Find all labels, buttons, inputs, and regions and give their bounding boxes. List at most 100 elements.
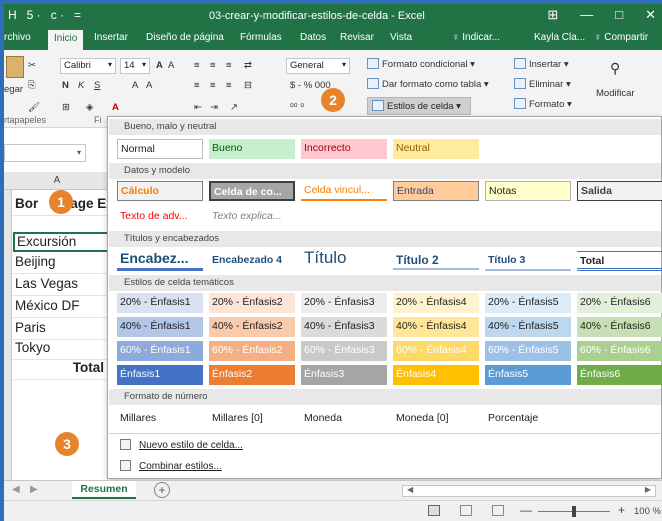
- zoom-out-button[interactable]: —: [520, 503, 532, 517]
- scroll-left-icon[interactable]: ◀: [12, 484, 20, 495]
- style-linked-cell[interactable]: Celda vincul...: [301, 181, 387, 201]
- style-40-accent1[interactable]: 40% - Énfasis1: [117, 317, 203, 337]
- style-comma-0[interactable]: Millares [0]: [209, 409, 295, 429]
- tell-me-box[interactable]: ♀ Indicar...: [452, 32, 500, 43]
- style-60-accent2[interactable]: 60% - Énfasis2: [209, 341, 295, 361]
- cell-paris[interactable]: Paris: [13, 320, 110, 340]
- tab-data[interactable]: Datos: [300, 32, 326, 43]
- style-40-accent3[interactable]: 40% - Énfasis3: [301, 317, 387, 337]
- paste-icon[interactable]: [6, 56, 24, 78]
- style-accent5[interactable]: Énfasis5: [485, 365, 571, 385]
- minimize-button[interactable]: —: [580, 7, 593, 23]
- align-left-icon[interactable]: ≡: [194, 80, 200, 91]
- style-currency[interactable]: Moneda: [301, 409, 387, 429]
- shrink-font-button[interactable]: A: [168, 60, 174, 71]
- horizontal-scrollbar[interactable]: ◀ ▶: [402, 485, 656, 497]
- decrease-indent-icon[interactable]: ⇤: [194, 102, 202, 113]
- cell-styles-button[interactable]: Estilos de celda ▾: [367, 97, 471, 115]
- tab-formulas[interactable]: Fórmulas: [240, 32, 282, 43]
- align-top-icon[interactable]: ≡: [194, 60, 200, 71]
- ribbon-display-options-icon[interactable]: ⊞: [547, 7, 558, 23]
- align-bottom-icon[interactable]: ≡: [226, 60, 232, 71]
- cell-beijing[interactable]: Beijing: [13, 254, 110, 274]
- style-20-accent4[interactable]: 20% - Énfasis4: [393, 293, 479, 313]
- tab-home[interactable]: Inicio: [48, 30, 84, 50]
- scroll-right-arrow-icon[interactable]: ▶: [645, 485, 651, 494]
- scroll-left-arrow-icon[interactable]: ◀: [407, 485, 413, 494]
- style-heading-3[interactable]: Título 3: [485, 251, 571, 271]
- number-format-select[interactable]: General ▾: [286, 58, 350, 74]
- paste-button[interactable]: egar: [4, 84, 23, 95]
- format-painter-icon[interactable]: 🖌: [28, 102, 40, 113]
- underline-button[interactable]: S: [94, 80, 100, 91]
- style-output[interactable]: Salida: [577, 181, 662, 201]
- style-normal[interactable]: Normal: [117, 139, 203, 159]
- style-20-accent1[interactable]: 20% - Énfasis1: [117, 293, 203, 313]
- style-20-accent5[interactable]: 20% - Énfasis5: [485, 293, 571, 313]
- copy-icon[interactable]: ⎘: [28, 80, 36, 91]
- style-percent[interactable]: Porcentaje: [485, 409, 571, 429]
- share-button[interactable]: ♀ Compartir: [594, 32, 648, 43]
- style-60-accent3[interactable]: 60% - Énfasis3: [301, 341, 387, 361]
- undo-button[interactable]: 5 ·: [27, 8, 41, 22]
- style-good[interactable]: Bueno: [209, 139, 295, 159]
- sheet-tab-resumen[interactable]: Resumen: [72, 481, 136, 499]
- style-check-cell[interactable]: Celda de co...: [209, 181, 295, 201]
- redo-button[interactable]: c ·: [51, 8, 64, 22]
- cell-las-vegas[interactable]: Las Vegas: [13, 276, 110, 296]
- style-comma[interactable]: Millares: [117, 409, 203, 429]
- borders-icon[interactable]: ⊞: [62, 102, 70, 113]
- maximize-button[interactable]: □: [615, 7, 623, 23]
- style-note[interactable]: Notas: [485, 181, 571, 201]
- grow-font-button-2[interactable]: A: [132, 80, 138, 91]
- style-title[interactable]: Título: [301, 247, 387, 271]
- style-heading-1[interactable]: Encabez...: [117, 249, 203, 271]
- new-cell-style-menu-item[interactable]: Nuevo estilo de celda...: [120, 439, 243, 451]
- style-20-accent3[interactable]: 20% - Énfasis3: [301, 293, 387, 313]
- style-accent2[interactable]: Énfasis2: [209, 365, 295, 385]
- style-heading-4[interactable]: Encabezado 4: [209, 251, 295, 271]
- add-sheet-button[interactable]: +: [154, 482, 170, 498]
- font-size-select[interactable]: 14 ▾: [120, 58, 150, 74]
- italic-button[interactable]: K: [78, 80, 84, 91]
- style-calculation[interactable]: Cálculo: [117, 181, 203, 201]
- normal-view-icon[interactable]: [428, 505, 440, 516]
- conditional-format-button[interactable]: Formato condicional ▾: [367, 58, 475, 70]
- shrink-font-button-2[interactable]: A: [146, 80, 152, 91]
- style-warning-text[interactable]: Texto de adv...: [117, 207, 203, 227]
- cell-total[interactable]: Total: [13, 360, 110, 380]
- style-40-accent2[interactable]: 40% - Énfasis2: [209, 317, 295, 337]
- font-name-select[interactable]: Calibri ▾: [60, 58, 116, 74]
- grow-font-button[interactable]: A: [156, 60, 163, 71]
- zoom-in-button[interactable]: +: [618, 503, 625, 517]
- merge-styles-menu-item[interactable]: Combinar estilos...: [120, 460, 222, 472]
- zoom-slider-thumb[interactable]: [572, 506, 576, 517]
- style-60-accent5[interactable]: 60% - Énfasis5: [485, 341, 571, 361]
- style-40-accent4[interactable]: 40% - Énfasis4: [393, 317, 479, 337]
- customize-qat-button[interactable]: =: [74, 8, 81, 22]
- wrap-text-icon[interactable]: ⇄: [244, 60, 252, 71]
- style-accent6[interactable]: Énfasis6: [577, 365, 662, 385]
- name-box[interactable]: ▾: [4, 144, 86, 162]
- style-40-accent5[interactable]: 40% - Énfasis5: [485, 317, 571, 337]
- style-60-accent1[interactable]: 60% - Énfasis1: [117, 341, 203, 361]
- style-20-accent2[interactable]: 20% - Énfasis2: [209, 293, 295, 313]
- scroll-right-icon[interactable]: ▶: [30, 484, 38, 495]
- style-total[interactable]: Total: [577, 251, 662, 271]
- format-cells-button[interactable]: Formato ▾: [514, 98, 572, 110]
- style-60-accent4[interactable]: 60% - Énfasis4: [393, 341, 479, 361]
- decimal-buttons-icon[interactable]: ⁰⁰ ⁰: [290, 102, 304, 113]
- style-accent3[interactable]: Énfasis3: [301, 365, 387, 385]
- style-accent1[interactable]: Énfasis1: [117, 365, 203, 385]
- style-40-accent6[interactable]: 40% - Énfasis6: [577, 317, 662, 337]
- delete-cells-button[interactable]: Eliminar ▾: [514, 78, 571, 90]
- tab-insert[interactable]: Insertar: [94, 32, 128, 43]
- style-input[interactable]: Entrada: [393, 181, 479, 201]
- cut-icon[interactable]: ✂: [28, 60, 36, 71]
- fill-color-icon[interactable]: ◈: [86, 102, 93, 113]
- align-middle-icon[interactable]: ≡: [210, 60, 216, 71]
- style-20-accent6[interactable]: 20% - Énfasis6: [577, 293, 662, 313]
- page-break-view-icon[interactable]: [492, 505, 504, 516]
- style-accent4[interactable]: Énfasis4: [393, 365, 479, 385]
- align-center-icon[interactable]: ≡: [210, 80, 216, 91]
